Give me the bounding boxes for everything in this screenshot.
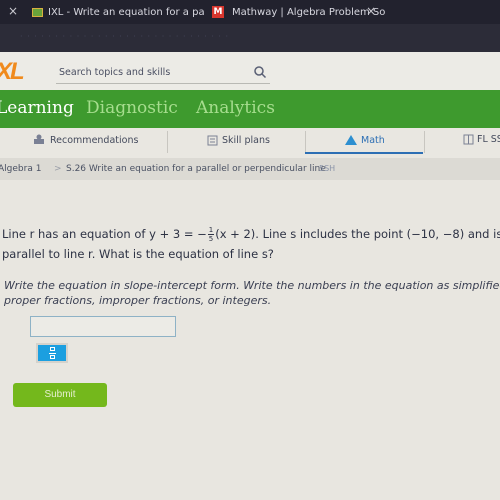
subnav-skill-plans[interactable]: Skill plans	[206, 134, 270, 146]
fraction-icon-bottom	[50, 355, 55, 359]
ixl-favicon-icon	[32, 7, 43, 17]
tab-title: Mathway | Algebra Problem So	[232, 6, 386, 18]
search-placeholder: Search topics and skills	[59, 67, 171, 78]
breadcrumb: Algebra 1 > S.26 Write an equation for a…	[0, 158, 500, 180]
subnav-label: FL SS	[477, 134, 500, 145]
skill-code: 5SH	[319, 164, 336, 173]
fraction-numerator: 1	[207, 226, 215, 235]
nav-diagnostic[interactable]: Diagnostic	[86, 98, 178, 118]
breadcrumb-skill: S.26 Write an equation for a parallel or…	[66, 164, 326, 174]
ixl-logo[interactable]: XL	[0, 58, 25, 86]
divider	[424, 131, 425, 153]
standards-icon	[463, 134, 474, 145]
browser-tab-ixl[interactable]: IXL - Write an equation for a pa	[32, 2, 205, 22]
fraction-denominator: 5	[208, 235, 214, 243]
instruction-line-2: proper fractions, improper fractions, or…	[4, 294, 272, 307]
address-bar[interactable]: · · · · · · · · · · · · · · · · · · · · …	[0, 24, 500, 52]
question-text-line-1: Line r has an equation of y + 3 = −1 5 (x …	[2, 226, 500, 243]
site-header: XL Search topics and skills	[0, 52, 500, 90]
browser-tab-mathway[interactable]: M Mathway | Algebra Problem So	[212, 2, 385, 22]
recommendations-icon	[34, 134, 44, 144]
skill-plans-icon	[207, 135, 218, 146]
submit-button[interactable]: Submit	[13, 383, 107, 407]
subnav-label: Math	[361, 134, 385, 146]
question-text-line-2: parallel to line r. What is the equation…	[2, 247, 274, 261]
close-tab-icon[interactable]: ×	[366, 4, 376, 18]
tab-title: IXL - Write an equation for a pa	[48, 6, 205, 18]
subnav-math[interactable]: Math	[344, 134, 385, 146]
nav-learning[interactable]: Learning	[0, 98, 74, 118]
search-icon[interactable]	[253, 65, 267, 79]
nav-analytics[interactable]: Analytics	[196, 98, 275, 118]
instruction-line-1: Write the equation in slope-intercept fo…	[4, 279, 500, 292]
divider	[305, 131, 306, 153]
subnav-label: Recommendations	[50, 134, 139, 146]
fraction-icon-top	[50, 347, 55, 351]
close-tab-icon[interactable]: ×	[8, 4, 18, 18]
mathway-favicon-icon: M	[212, 6, 224, 18]
main-nav: Learning Diagnostic Analytics	[0, 90, 500, 128]
subnav-label: Skill plans	[222, 134, 270, 146]
address-text: · · · · · · · · · · · · · · · · · · · · …	[20, 32, 230, 41]
active-tab-indicator	[305, 152, 423, 154]
fraction: 15	[207, 226, 215, 243]
math-icon	[345, 135, 357, 145]
breadcrumb-course[interactable]: Algebra 1	[0, 164, 41, 174]
breadcrumb-separator: >	[54, 164, 62, 174]
browser-tab-bar: × IXL - Write an equation for a pa M Mat…	[0, 0, 500, 24]
question-text: Line r has an equation of y + 3 = −	[2, 227, 207, 241]
sub-nav: Recommendations Skill plans Math FL SS	[0, 128, 500, 158]
fraction-button[interactable]	[36, 343, 68, 363]
search-input[interactable]: Search topics and skills	[56, 64, 270, 84]
answer-input[interactable]	[30, 316, 176, 337]
question-text: (x + 2). Line s includes the point (−10,…	[215, 227, 500, 241]
divider	[167, 131, 168, 153]
subnav-recommendations[interactable]: Recommendations	[32, 134, 138, 146]
fraction-icon-bar	[49, 353, 56, 354]
subnav-fl-standards[interactable]: FL SS	[463, 134, 500, 145]
